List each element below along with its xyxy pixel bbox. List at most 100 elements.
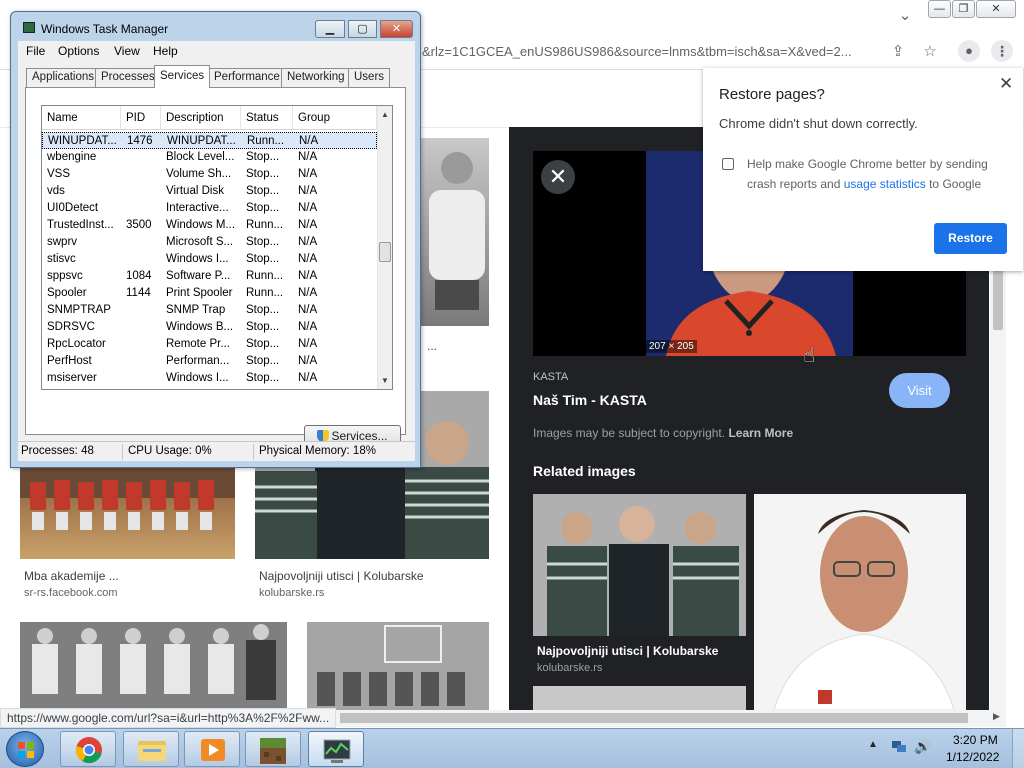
network-icon[interactable] [891,738,907,754]
menu-view[interactable]: View [114,44,140,58]
tab-processes[interactable]: Processes [95,68,161,87]
preview-title[interactable]: Naš Tim - KASTA [533,392,647,408]
visit-button[interactable]: Visit [889,373,950,408]
result-caption-2[interactable]: Najpovoljniji utisci | Kolubarske [259,569,424,583]
tray-overflow-icon[interactable]: ▲ [868,739,878,750]
result-caption-partial[interactable]: ... [427,339,437,353]
clock-date[interactable]: 1/12/2022 [946,750,999,764]
taskbar-task-manager[interactable] [308,731,364,767]
table-row[interactable]: swprv Microsoft S... Stop... N/A [42,234,377,251]
table-row[interactable]: SNMPTRAP SNMP Trap Stop... N/A [42,302,377,319]
page-horizontal-scroll-thumb[interactable] [340,713,968,723]
related-image-1-title[interactable]: Najpovoljniji utisci | Kolubarske [537,644,718,658]
chrome-minimize-button[interactable]: — [928,0,951,18]
learn-more-link[interactable]: Learn More [728,426,793,440]
services-scroll-thumb[interactable] [379,242,391,262]
kebab-menu-icon[interactable]: ⋮ [991,40,1013,62]
service-name: stisvc [47,253,76,265]
result-image-partial[interactable] [421,138,489,326]
omnibox-url[interactable]: &rlz=1C1GCEA_enUS986US986&source=lnms&tb… [422,44,852,59]
services-panel: Name PID Description Status Group WINUPD… [25,87,406,448]
service-name: TrustedInst... [47,219,114,231]
restore-pages-dialog: Restore pages? ✕ Chrome didn't shut down… [703,68,1023,271]
column-group[interactable]: Group [293,106,377,130]
volume-icon[interactable]: 🔊 [914,738,931,755]
taskbar-media-player[interactable] [184,731,240,767]
result-image-team[interactable] [20,468,235,559]
service-group: N/A [298,219,318,231]
show-desktop-button[interactable] [1012,729,1024,768]
table-row[interactable]: msiserver Windows I... Stop... N/A [42,370,377,387]
table-row[interactable]: wbengine Block Level... Stop... N/A [42,149,377,166]
service-pid [126,319,161,336]
service-pid [126,251,161,268]
related-image-2[interactable] [754,494,966,710]
table-row[interactable]: SDRSVC Windows B... Stop... N/A [42,319,377,336]
service-status: Stop... [246,355,280,367]
tab-services[interactable]: Services [154,65,211,88]
taskbar-chrome[interactable] [60,731,116,767]
tab-applications[interactable]: Applications [26,68,101,87]
related-image-1-source[interactable]: kolubarske.rs [537,662,602,674]
service-status: Stop... [246,151,280,163]
tm-minimize-button[interactable]: ▁ [315,20,345,38]
taskbar-minecraft[interactable] [245,731,301,767]
related-image-3-partial[interactable] [533,686,746,710]
related-image-1[interactable] [533,494,746,636]
star-icon[interactable]: ☆ [921,43,939,61]
tab-users[interactable]: Users [348,68,391,87]
tab-performance[interactable]: Performance [208,68,286,87]
start-button[interactable] [6,731,44,767]
preview-close-button[interactable]: ✕ [541,160,575,194]
preview-source[interactable]: KASTA [533,371,568,383]
result-image-court[interactable] [307,622,489,710]
table-row[interactable]: UI0Detect Interactive... Stop... N/A [42,200,377,217]
column-pid[interactable]: PID [121,106,161,130]
tab-networking[interactable]: Networking [281,68,351,87]
column-name[interactable]: Name [42,106,121,130]
service-pid [126,336,161,353]
scroll-right-arrow-icon[interactable]: ▶ [993,711,1000,722]
windows-logo-icon [18,742,34,758]
clock-time[interactable]: 3:20 PM [953,733,998,747]
chrome-restore-button[interactable]: ❐ [952,0,975,18]
table-row[interactable]: PerfHost Performan... Stop... N/A [42,353,377,370]
crash-report-checkbox[interactable] [722,158,734,170]
share-icon[interactable]: ⇪ [889,43,907,61]
chevron-down-icon[interactable]: ⌄ [896,7,914,25]
restore-dialog-close-icon[interactable]: ✕ [999,74,1013,94]
page-vertical-scroll-thumb[interactable] [993,268,1003,330]
scroll-up-arrow-icon[interactable]: ▲ [381,110,389,119]
service-desc: SNMP Trap [166,304,226,316]
table-row[interactable]: RpcLocator Remote Pr... Stop... N/A [42,336,377,353]
table-row[interactable]: WINUPDAT... 1476 WINUPDAT... Runn... N/A [42,132,377,149]
table-row[interactable]: TrustedInst... 3500 Windows M... Runn... N/A [42,217,377,234]
service-status: Stop... [246,321,280,333]
profile-icon[interactable]: ● [958,40,980,62]
table-row[interactable]: Spooler 1144 Print Spooler Runn... N/A [42,285,377,302]
column-status[interactable]: Status [241,106,293,130]
table-row[interactable]: sppsvc 1084 Software P... Runn... N/A [42,268,377,285]
table-row[interactable]: vds Virtual Disk Stop... N/A [42,183,377,200]
related-coaches-photo [533,494,746,636]
service-group: N/A [298,372,318,384]
result-source-2[interactable]: kolubarske.rs [259,587,324,599]
result-image-bw-team[interactable] [20,622,287,710]
taskbar-file-explorer[interactable] [123,731,179,767]
menu-options[interactable]: Options [58,44,99,58]
usage-statistics-link[interactable]: usage statistics [844,177,926,191]
result-caption-1[interactable]: Mba akademije ... [24,569,119,583]
tm-maximize-button[interactable]: ▢ [348,20,377,38]
tm-close-button[interactable]: ✕ [380,20,413,38]
restore-button[interactable]: Restore [934,223,1007,254]
result-source-1[interactable]: sr-rs.facebook.com [24,587,118,599]
services-list[interactable]: Name PID Description Status Group WINUPD… [41,105,393,390]
service-status: Stop... [246,253,280,265]
scroll-down-arrow-icon[interactable]: ▼ [381,376,389,385]
table-row[interactable]: VSS Volume Sh... Stop... N/A [42,166,377,183]
chrome-close-button[interactable]: ✕ [976,0,1016,18]
menu-file[interactable]: File [26,44,45,58]
column-description[interactable]: Description [161,106,241,130]
menu-help[interactable]: Help [153,44,178,58]
table-row[interactable]: stisvc Windows I... Stop... N/A [42,251,377,268]
